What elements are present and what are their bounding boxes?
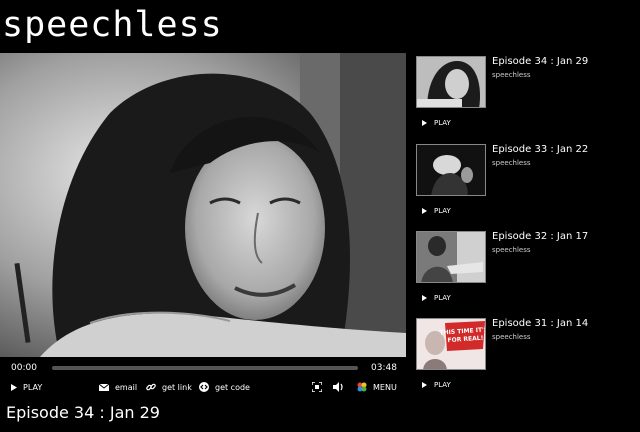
playlist-item: Episode 33 : Jan 22 speechless PLAY <box>416 144 636 228</box>
episode-thumbnail[interactable] <box>416 56 486 108</box>
episode-subtitle: speechless <box>492 159 531 167</box>
progress-bar[interactable] <box>52 366 358 370</box>
envelope-icon <box>99 383 109 391</box>
code-icon <box>199 382 209 392</box>
episode-subtitle: speechless <box>492 71 531 79</box>
episode-thumbnail[interactable]: THIS TIME IT'SFOR REAL! <box>416 318 486 370</box>
menu-icon <box>357 382 367 392</box>
playlist-item: THIS TIME IT'SFOR REAL! Episode 31 : Jan… <box>416 318 636 402</box>
episode-title[interactable]: Episode 31 : Jan 14 <box>492 318 588 329</box>
episode-title[interactable]: Episode 34 : Jan 29 <box>492 56 588 67</box>
episode-play-button[interactable]: PLAY <box>422 381 451 389</box>
now-playing-title: Episode 34 : Jan 29 <box>6 403 160 422</box>
episode-title[interactable]: Episode 33 : Jan 22 <box>492 144 588 155</box>
player-controls: 00:00 03:48 PLAY email get link get code… <box>0 357 406 399</box>
get-code-button[interactable]: get code <box>199 381 250 393</box>
video-player[interactable] <box>0 53 406 357</box>
current-time: 00:00 <box>11 363 37 373</box>
episode-subtitle: speechless <box>492 246 531 254</box>
play-button[interactable]: PLAY <box>11 381 42 393</box>
play-icon <box>422 295 427 301</box>
episode-play-button[interactable]: PLAY <box>422 294 451 302</box>
playlist-item: Episode 32 : Jan 17 speechless PLAY <box>416 231 636 315</box>
play-label: PLAY <box>434 119 451 127</box>
fullscreen-icon <box>312 382 322 392</box>
volume-button[interactable] <box>333 381 351 393</box>
playlist-item: Episode 34 : Jan 29 speechless PLAY <box>416 56 636 140</box>
menu-label: MENU <box>373 382 397 392</box>
episode-title[interactable]: Episode 32 : Jan 17 <box>492 231 588 242</box>
speaker-icon <box>333 382 345 392</box>
email-label: email <box>115 382 138 392</box>
email-button[interactable]: email <box>99 381 137 393</box>
get-link-button[interactable]: get link <box>146 381 192 393</box>
play-icon <box>422 208 427 214</box>
play-label: PLAY <box>434 207 451 215</box>
play-icon <box>422 120 427 126</box>
total-time: 03:48 <box>371 363 397 373</box>
get-code-label: get code <box>215 382 250 392</box>
episode-play-button[interactable]: PLAY <box>422 119 451 127</box>
play-label: PLAY <box>434 381 451 389</box>
fullscreen-button[interactable] <box>312 381 328 393</box>
video-still-image <box>0 53 406 357</box>
episode-play-button[interactable]: PLAY <box>422 207 451 215</box>
link-icon <box>146 382 156 392</box>
episode-subtitle: speechless <box>492 333 531 341</box>
play-icon <box>11 383 17 391</box>
play-label: PLAY <box>23 382 43 392</box>
episode-thumbnail[interactable] <box>416 231 486 283</box>
play-label: PLAY <box>434 294 451 302</box>
menu-button[interactable]: MENU <box>357 381 397 393</box>
site-title: speechless <box>2 5 223 45</box>
episode-thumbnail[interactable] <box>416 144 486 196</box>
play-icon <box>422 382 427 388</box>
get-link-label: get link <box>162 382 192 392</box>
